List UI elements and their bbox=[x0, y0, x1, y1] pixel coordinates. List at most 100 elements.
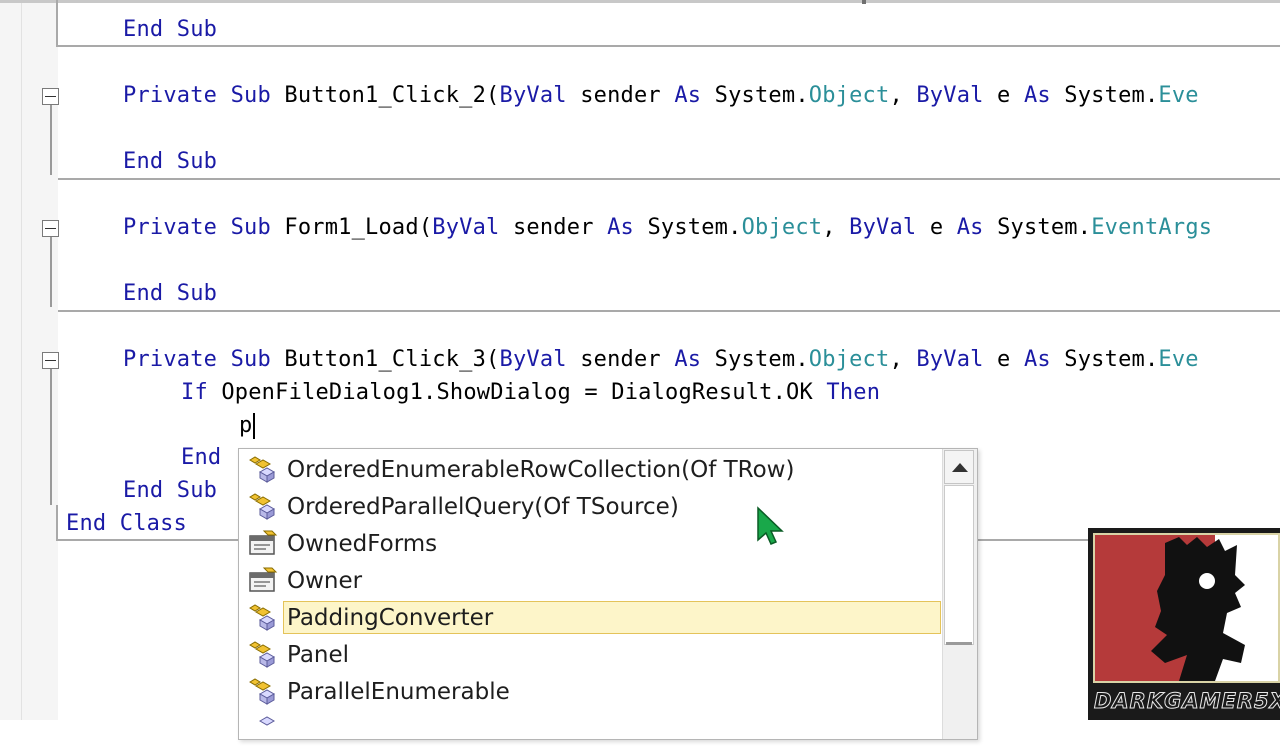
class-icon bbox=[249, 604, 276, 631]
method-name: Form1_Load( bbox=[284, 215, 433, 240]
code-line-end-sub[interactable]: End Sub bbox=[123, 147, 217, 177]
code-line-if-statement[interactable]: If OpenFileDialog1.ShowDialog = DialogRe… bbox=[181, 378, 880, 408]
class-end-separator bbox=[976, 539, 1088, 541]
completion-item[interactable]: Panel bbox=[243, 637, 943, 673]
collapse-toggle-icon[interactable] bbox=[42, 352, 59, 369]
code-line-typing[interactable]: p bbox=[239, 411, 252, 441]
type-name: Eve bbox=[1158, 83, 1199, 108]
editor-top-border bbox=[0, 0, 1280, 3]
property-icon bbox=[249, 530, 278, 555]
method-name: Button1_Click_2( bbox=[284, 83, 500, 108]
keyword: End Sub bbox=[123, 478, 218, 503]
completion-item-partial[interactable] bbox=[243, 711, 943, 747]
keyword: ByVal bbox=[916, 347, 984, 372]
completion-item-label: OwnedForms bbox=[287, 531, 438, 557]
punctuation: , bbox=[889, 347, 903, 372]
keyword: End Sub bbox=[123, 149, 218, 174]
code-line-end-sub[interactable]: End Sub bbox=[123, 15, 217, 45]
completion-item[interactable]: Owner bbox=[243, 563, 943, 599]
parameter: sender bbox=[580, 347, 661, 372]
code-line-sub-declaration[interactable]: Private Sub Button1_Click_2(ByVal sender… bbox=[123, 81, 1199, 111]
completion-item-label: Panel bbox=[287, 642, 350, 668]
keyword: As bbox=[1023, 347, 1051, 372]
method-separator bbox=[56, 0, 58, 47]
completion-item-selected[interactable]: PaddingConverter bbox=[243, 600, 943, 636]
completion-item-label: PaddingConverter bbox=[287, 605, 494, 631]
namespace: System. bbox=[647, 215, 742, 240]
class-end-separator bbox=[58, 539, 238, 541]
parameter: sender bbox=[580, 83, 661, 108]
keyword: Sub bbox=[230, 347, 271, 372]
code-line-end-sub[interactable]: End Sub bbox=[123, 279, 217, 309]
type-name: Eve bbox=[1158, 347, 1199, 372]
class-icon bbox=[249, 493, 276, 520]
namespace: System. bbox=[1064, 83, 1159, 108]
parameter: e bbox=[929, 215, 944, 240]
keyword: Private bbox=[123, 215, 218, 240]
code-line-sub-declaration[interactable]: Private Sub Button1_Click_3(ByVal sender… bbox=[123, 345, 1199, 375]
scroll-up-arrow-icon[interactable] bbox=[944, 450, 974, 484]
keyword: As bbox=[956, 215, 984, 240]
keyword: End bbox=[181, 445, 222, 470]
fold-line bbox=[50, 237, 52, 307]
keyword: End Sub bbox=[123, 281, 218, 306]
keyword: End Sub bbox=[123, 17, 218, 42]
type-name: Object bbox=[808, 347, 890, 372]
class-icon bbox=[249, 456, 276, 483]
property-icon bbox=[249, 567, 278, 592]
class-icon bbox=[249, 641, 276, 668]
mouse-pointer-icon bbox=[757, 506, 784, 545]
code-line-sub-declaration[interactable]: Private Sub Form1_Load(ByVal sender As S… bbox=[123, 213, 1212, 243]
silhouette-icon bbox=[1151, 535, 1278, 681]
keyword: As bbox=[1023, 83, 1051, 108]
keyword: End Class bbox=[66, 511, 188, 536]
completion-item[interactable]: OwnedForms bbox=[243, 526, 943, 562]
type-name: Object bbox=[741, 215, 823, 240]
type-name: Object bbox=[808, 83, 890, 108]
completion-item[interactable]: OrderedEnumerableRowCollection(Of TRow) bbox=[243, 452, 943, 488]
method-name: Button1_Click_3( bbox=[284, 347, 500, 372]
text-cursor bbox=[253, 413, 255, 439]
method-separator bbox=[58, 310, 1280, 312]
completion-item-label: Owner bbox=[287, 568, 363, 594]
completion-item-label: OrderedParallelQuery(Of TSource) bbox=[287, 494, 679, 520]
parameter: e bbox=[997, 347, 1011, 372]
fold-line bbox=[50, 369, 52, 505]
parameter: e bbox=[997, 83, 1011, 108]
collapse-toggle-icon[interactable] bbox=[42, 88, 59, 105]
completion-item-label: OrderedEnumerableRowCollection(Of TRow) bbox=[287, 457, 795, 483]
keyword: If bbox=[181, 380, 208, 405]
gutter-divider bbox=[21, 0, 22, 720]
code-line-end-if[interactable]: End bbox=[181, 443, 221, 473]
method-separator bbox=[58, 45, 1280, 47]
class-icon bbox=[258, 716, 276, 726]
watermark-text: DARKGAMER5X bbox=[1094, 689, 1280, 714]
class-icon bbox=[249, 678, 276, 705]
keyword: ByVal bbox=[916, 83, 984, 108]
scrollbar-thumb[interactable] bbox=[944, 485, 974, 645]
collapse-toggle-icon[interactable] bbox=[42, 220, 59, 237]
type-name: EventArgs bbox=[1091, 215, 1213, 240]
punctuation: , bbox=[822, 215, 836, 240]
scrollbar-grip bbox=[946, 633, 972, 645]
typed-text: p bbox=[239, 413, 253, 438]
namespace: System. bbox=[714, 83, 809, 108]
code-line-end-sub[interactable]: End Sub bbox=[123, 476, 217, 506]
method-separator bbox=[58, 178, 1280, 180]
punctuation: , bbox=[889, 83, 903, 108]
class-end-bracket bbox=[56, 505, 58, 541]
keyword: As bbox=[674, 347, 702, 372]
keyword: As bbox=[607, 215, 634, 240]
code-line-end-class[interactable]: End Class bbox=[66, 509, 187, 539]
keyword: Then bbox=[826, 380, 881, 405]
intellisense-popup[interactable]: OrderedEnumerableRowCollection(Of TRow) … bbox=[238, 448, 978, 740]
popup-scrollbar[interactable] bbox=[942, 449, 977, 739]
completion-item[interactable]: OrderedParallelQuery(Of TSource) bbox=[243, 489, 943, 525]
keyword: Sub bbox=[230, 215, 271, 240]
completion-item[interactable]: ParallelEnumerable bbox=[243, 674, 943, 710]
channel-logo: DARKGAMER5X bbox=[1088, 528, 1280, 720]
keyword: As bbox=[674, 83, 702, 108]
logo-artwork bbox=[1093, 533, 1280, 683]
keyword: ByVal bbox=[849, 215, 917, 240]
keyword: Private bbox=[123, 83, 218, 108]
